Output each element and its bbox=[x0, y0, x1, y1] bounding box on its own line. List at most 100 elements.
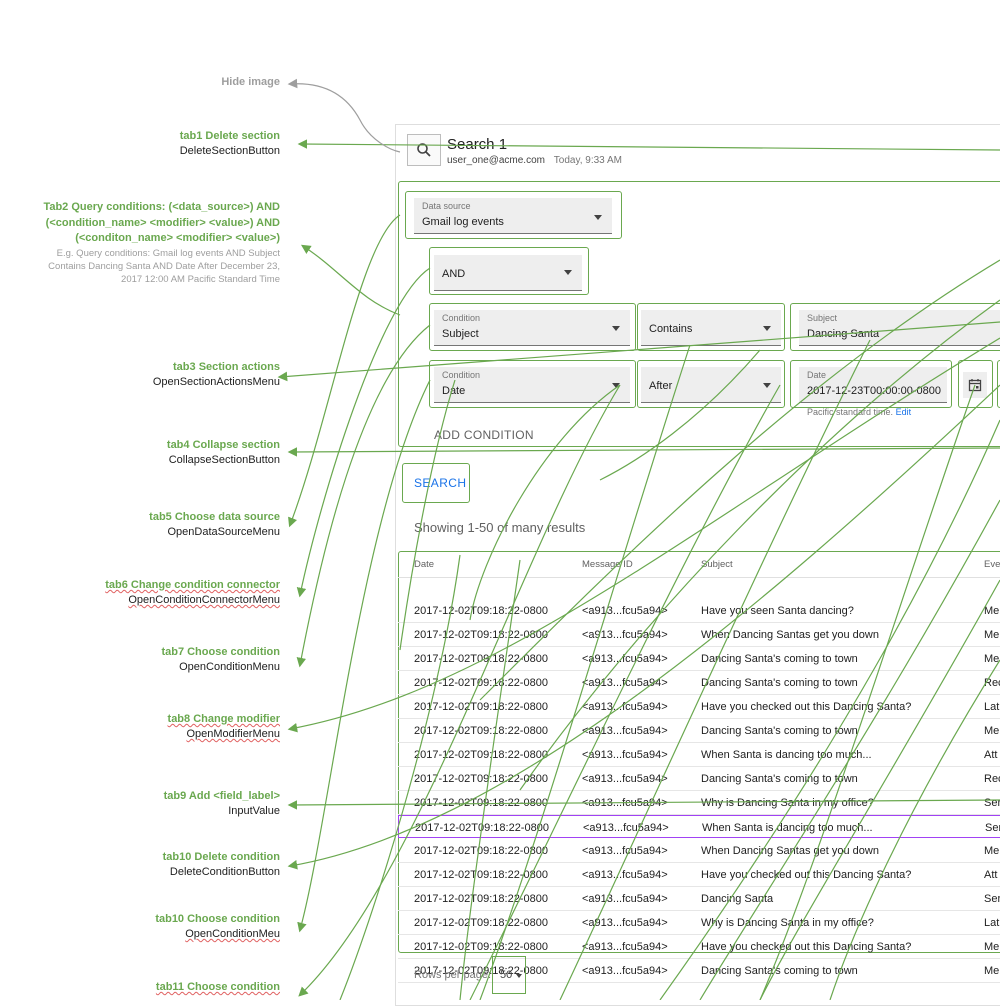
cell-subject: Have you checked out this Dancing Santa? bbox=[701, 701, 912, 713]
cell-subject: Dancing Santa's coming to town bbox=[701, 773, 858, 785]
annotation-title: tab6 Change condition connector bbox=[105, 579, 280, 591]
data-source-select[interactable]: Data source Gmail log events bbox=[414, 198, 612, 234]
rows-per-page-value: 50 bbox=[500, 969, 513, 981]
cell-subject: Have you checked out this Dancing Santa? bbox=[701, 869, 912, 881]
dropdown-caret-icon bbox=[564, 270, 572, 275]
rows-per-page-select[interactable]: 50 bbox=[492, 956, 526, 994]
table-row[interactable]: 2017-12-02T09:18:22-0800 <a913...fcu5a94>… bbox=[398, 839, 1000, 863]
table-row[interactable]: 2017-12-02T09:18:22-0800 <a913...fcu5a94>… bbox=[398, 599, 1000, 623]
cell-date: 2017-12-02T09:18:22-0800 bbox=[414, 749, 548, 761]
condition-select[interactable]: Condition Subject bbox=[434, 310, 630, 346]
date-value-input[interactable]: Date 2017-12-23T00:00:00-0800 bbox=[799, 367, 947, 403]
table-row[interactable]: 2017-12-02T09:18:22-0800 <a913...fcu5a94>… bbox=[398, 719, 1000, 743]
annotation-code: OpenConditionConnectorMenu bbox=[128, 594, 280, 606]
section-title: Search 1 bbox=[447, 136, 508, 153]
cell-message-id: <a913...fcu5a94> bbox=[582, 773, 668, 785]
annotation-title: tab4 Collapse section bbox=[166, 439, 280, 451]
annotation-tab9: tab9 Add <field_label> InputValue bbox=[40, 789, 280, 819]
cell-message-id: <a913...fcu5a94> bbox=[582, 605, 668, 617]
connector-value: AND bbox=[442, 268, 466, 280]
data-source-label: Data source bbox=[422, 201, 471, 211]
add-condition-button[interactable]: ADD CONDITION bbox=[434, 428, 534, 442]
search-section-button[interactable] bbox=[407, 134, 441, 166]
cell-date: 2017-12-02T09:18:22-0800 bbox=[414, 917, 548, 929]
cell-message-id: <a913...fcu5a94> bbox=[582, 917, 668, 929]
calendar-button[interactable] bbox=[963, 372, 987, 398]
annotation-code: OpenDataSourceMenu bbox=[167, 526, 280, 538]
cell-date: 2017-12-02T09:18:22-0800 bbox=[414, 725, 548, 737]
line-tab2 bbox=[300, 244, 401, 316]
cell-subject: Why is Dancing Santa in my office? bbox=[701, 917, 874, 929]
subject-value-input[interactable]: Subject Dancing Santa bbox=[799, 310, 1000, 346]
cell-subject: Dancing Santa's coming to town bbox=[701, 725, 858, 737]
table-row[interactable]: 2017-12-02T09:18:22-0800 <a913...fcu5a94>… bbox=[398, 887, 1000, 911]
table-row[interactable]: 2017-12-02T09:18:22-0800 <a913...fcu5a94>… bbox=[398, 863, 1000, 887]
table-row[interactable]: 2017-12-02T09:18:22-0800 <a913...fcu5a94>… bbox=[398, 791, 1000, 815]
condition-label: Condition bbox=[442, 370, 481, 380]
cell-event: Me bbox=[984, 725, 1000, 737]
cell-date: 2017-12-02T09:18:22-0800 bbox=[414, 941, 548, 953]
table-header: Date Message ID Subject Eve bbox=[398, 555, 1000, 578]
cell-event: Ser bbox=[984, 797, 1000, 809]
column-header-event[interactable]: Eve bbox=[984, 559, 1000, 570]
table-row[interactable]: 2017-12-02T09:18:22-0800 <a913...fcu5a94>… bbox=[398, 935, 1000, 959]
section-meta: user_one@acme.com Today, 9:33 AM bbox=[447, 155, 622, 166]
cell-message-id: <a913...fcu5a94> bbox=[583, 822, 669, 834]
cell-event: Me bbox=[984, 605, 1000, 617]
cell-event: Me bbox=[984, 965, 1000, 977]
modifier-select[interactable]: After bbox=[641, 367, 781, 403]
dropdown-caret-icon bbox=[612, 383, 620, 388]
cell-message-id: <a913...fcu5a94> bbox=[582, 845, 668, 857]
cell-message-id: <a913...fcu5a94> bbox=[582, 629, 668, 641]
cell-message-id: <a913...fcu5a94> bbox=[582, 725, 668, 737]
annotation-title: tab9 Add <field_label> bbox=[163, 790, 280, 802]
condition-value: Date bbox=[442, 385, 466, 397]
cell-date: 2017-12-02T09:18:22-0800 bbox=[414, 869, 548, 881]
column-header-message-id[interactable]: Message ID bbox=[582, 559, 633, 570]
cell-subject: Dancing Santa bbox=[701, 893, 774, 905]
annotation-code: OpenModifierMenu bbox=[186, 728, 280, 740]
condition-connector-select[interactable]: AND bbox=[434, 255, 582, 291]
cell-event: Me bbox=[984, 653, 1000, 665]
annotation-title: tab11 Choose condition bbox=[155, 981, 280, 993]
dropdown-caret-icon bbox=[594, 215, 602, 220]
column-header-date[interactable]: Date bbox=[414, 559, 434, 570]
table-row[interactable]: 2017-12-02T09:18:22-0800 <a913...fcu5a94>… bbox=[398, 911, 1000, 935]
modifier-select[interactable]: Contains bbox=[641, 310, 781, 346]
column-header-subject[interactable]: Subject bbox=[701, 559, 733, 570]
search-button[interactable]: SEARCH bbox=[414, 476, 466, 490]
annotation-title: tab10 Delete condition bbox=[162, 851, 280, 863]
annotation-title: tab10 Choose condition bbox=[155, 913, 280, 925]
modifier-value: After bbox=[649, 380, 673, 392]
annotation-note: E.g. Query conditions: Gmail log events … bbox=[48, 247, 280, 285]
annotation-code: DeleteSectionButton bbox=[179, 145, 280, 157]
timezone-note: Pacific standard time. Edit bbox=[807, 407, 911, 417]
cell-event: Rec bbox=[984, 677, 1000, 689]
table-row[interactable]: 2017-12-02T09:18:22-0800 <a913...fcu5a94>… bbox=[398, 767, 1000, 791]
line-hide-image bbox=[287, 78, 401, 153]
annotation-tab10a: tab10 Delete condition DeleteConditionBu… bbox=[40, 850, 280, 880]
section-time: Today, 9:33 AM bbox=[553, 155, 622, 166]
cell-subject: When Santa is dancing too much... bbox=[702, 822, 873, 834]
cell-event: Ser bbox=[985, 822, 1000, 834]
condition-select[interactable]: Condition Date bbox=[434, 367, 630, 403]
cell-date: 2017-12-02T09:18:22-0800 bbox=[414, 797, 548, 809]
cell-date: 2017-12-02T09:18:22-0800 bbox=[415, 822, 549, 834]
table-row[interactable]: 2017-12-02T09:18:22-0800 <a913...fcu5a94>… bbox=[398, 647, 1000, 671]
table-row[interactable]: 2017-12-02T09:18:22-0800 <a913...fcu5a94>… bbox=[398, 623, 1000, 647]
timezone-edit-link[interactable]: Edit bbox=[896, 407, 912, 417]
table-row[interactable]: 2017-12-02T09:18:22-0800 <a913...fcu5a94>… bbox=[398, 815, 1000, 838]
cell-subject: When Dancing Santas get you down bbox=[701, 845, 879, 857]
annotation-code: OpenConditionMeu bbox=[185, 928, 280, 940]
cell-event: Att bbox=[984, 869, 998, 881]
timezone-text: Pacific standard time. bbox=[807, 407, 894, 417]
table-row[interactable]: 2017-12-02T09:18:22-0800 <a913...fcu5a94>… bbox=[398, 743, 1000, 767]
cell-subject: When Santa is dancing too much... bbox=[701, 749, 872, 761]
dropdown-caret-icon bbox=[763, 383, 771, 388]
cell-date: 2017-12-02T09:18:22-0800 bbox=[414, 773, 548, 785]
table-row[interactable]: 2017-12-02T09:18:22-0800 <a913...fcu5a94>… bbox=[398, 671, 1000, 695]
cell-message-id: <a913...fcu5a94> bbox=[582, 869, 668, 881]
table-row[interactable]: 2017-12-02T09:18:22-0800 <a913...fcu5a94>… bbox=[398, 695, 1000, 719]
cell-date: 2017-12-02T09:18:22-0800 bbox=[414, 653, 548, 665]
annotation-code: OpenSectionActionsMenu bbox=[152, 376, 280, 388]
